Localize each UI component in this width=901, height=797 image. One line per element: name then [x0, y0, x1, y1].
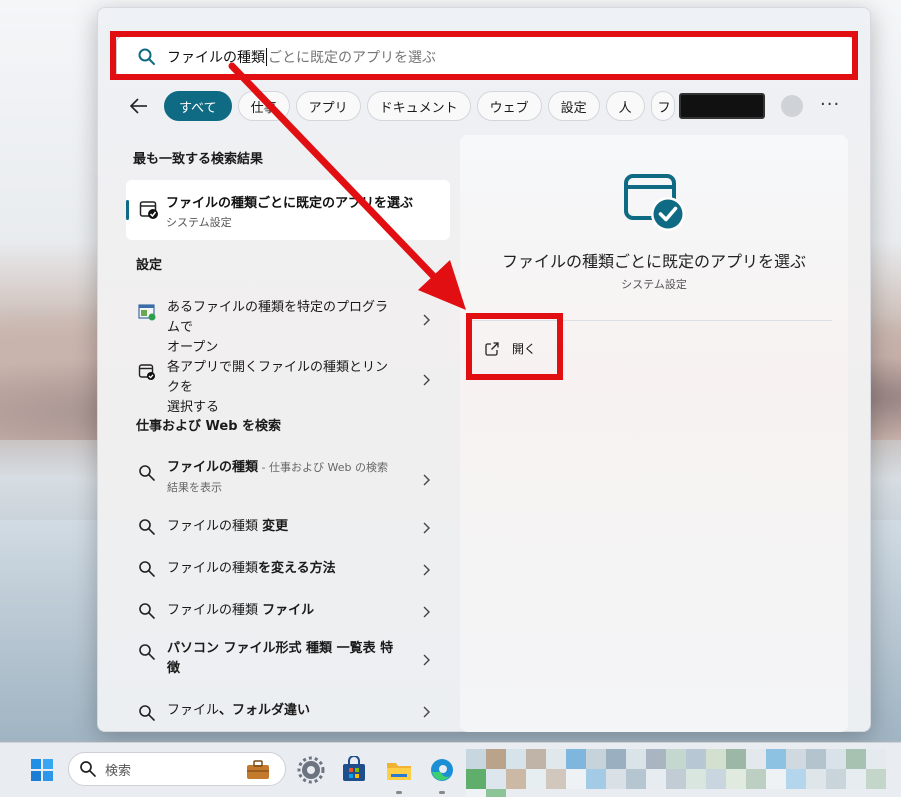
- suggestion-bold: を変える方法: [258, 561, 336, 576]
- file-explorer-icon[interactable]: [385, 756, 413, 784]
- tab-settings[interactable]: 設定: [547, 91, 600, 121]
- suggestion-line2: 徴: [167, 661, 181, 676]
- suggestion-bold: 、フォルダ違い: [219, 703, 311, 718]
- suggestion-bold: 変更: [262, 519, 289, 534]
- settings-result-open-with-program[interactable]: あるファイルの種類を特定のプログラムで オープン: [126, 292, 450, 355]
- edge-browser-icon[interactable]: [428, 756, 456, 784]
- preview-pane: ファイルの種類ごとに既定のアプリを選ぶ システム設定 開く: [460, 135, 848, 732]
- tab-folders[interactable]: フ: [650, 91, 675, 121]
- settings-result-choose-file-types[interactable]: 各アプリで開くファイルの種類とリンクを 選択する: [126, 352, 450, 415]
- selection-indicator: [126, 200, 129, 220]
- chevron-right-icon: [423, 654, 430, 666]
- preview-title: ファイルの種類ごとに既定のアプリを選ぶ: [501, 252, 806, 271]
- back-arrow-icon[interactable]: [128, 95, 150, 117]
- search-icon: [139, 465, 155, 481]
- best-match-title: ファイルの種類ごとに既定のアプリを選ぶ: [166, 196, 414, 211]
- web-suggestion-3[interactable]: ファイルの種類を変える方法: [126, 554, 450, 586]
- search-icon: [139, 519, 155, 535]
- suggestion-line2: 結果を表示: [167, 481, 222, 494]
- suggestion-bold: パソコン ファイル形式 種類 一覧表 特: [167, 641, 394, 656]
- suggestion-plain: ファイルの種類: [167, 519, 263, 534]
- web-search-heading: 仕事および Web を検索: [136, 419, 282, 434]
- windows-start-icon[interactable]: [25, 753, 59, 787]
- web-suggestion-4[interactable]: ファイルの種類 ファイル: [126, 596, 450, 628]
- suggestion-rest: - 仕事および Web の検索: [258, 461, 388, 474]
- suggestion-plain: ファイルの種類: [167, 603, 263, 618]
- tab-apps[interactable]: アプリ: [295, 91, 361, 121]
- running-indicator: [439, 791, 445, 794]
- suggestion-bold: ファイルの種類: [167, 460, 259, 475]
- settings-result-line1: 各アプリで開くファイルの種類とリンクを: [167, 360, 389, 395]
- search-icon: [80, 761, 96, 777]
- web-suggestion-2[interactable]: ファイルの種類 変更: [126, 512, 450, 544]
- tab-work[interactable]: 仕事: [237, 91, 290, 121]
- redacted-account-name: [679, 93, 765, 119]
- blurred-taskbar-apps: [466, 749, 901, 797]
- highlight-search-box: [110, 31, 858, 80]
- running-indicator: [396, 791, 402, 794]
- search-icon: [139, 561, 155, 577]
- search-icon: [139, 705, 155, 721]
- taskbar-search-box[interactable]: 検索: [68, 752, 286, 786]
- suggestion-plain: ファイル: [167, 703, 220, 718]
- tab-people[interactable]: 人: [605, 91, 645, 121]
- default-apps-icon: [138, 364, 155, 380]
- web-suggestion-5[interactable]: パソコン ファイル形式 種類 一覧表 特 徴: [126, 637, 450, 685]
- tab-all[interactable]: すべて: [164, 91, 232, 121]
- chevron-right-icon: [423, 564, 430, 576]
- chevron-right-icon: [423, 522, 430, 534]
- suggestion-plain: ファイルの種類: [167, 561, 259, 576]
- filter-tabs: すべて 仕事 アプリ ドキュメント ウェブ 設定 人 フ: [128, 90, 723, 122]
- settings-gear-icon[interactable]: [297, 756, 325, 784]
- chevron-right-icon: [423, 314, 430, 326]
- settings-result-line1: あるファイルの種類を特定のプログラムで: [167, 300, 389, 335]
- default-apps-icon: [139, 201, 158, 219]
- tab-web[interactable]: ウェブ: [476, 91, 542, 121]
- more-options-icon[interactable]: ···: [820, 94, 840, 115]
- search-icon: [139, 603, 155, 619]
- preview-subtitle: システム設定: [621, 278, 687, 291]
- microsoft-store-icon[interactable]: [340, 756, 368, 784]
- taskbar-search-placeholder: 検索: [105, 763, 132, 779]
- taskbar: 検索: [0, 742, 901, 797]
- chevron-right-icon: [423, 606, 430, 618]
- best-match-result[interactable]: ファイルの種類ごとに既定のアプリを選ぶ システム設定: [126, 180, 450, 240]
- best-match-subtitle: システム設定: [166, 216, 232, 229]
- program-window-icon: [138, 304, 156, 321]
- chevron-right-icon: [423, 374, 430, 386]
- settings-heading: 設定: [136, 258, 163, 273]
- avatar[interactable]: [781, 95, 803, 117]
- web-suggestion-1[interactable]: ファイルの種類 - 仕事および Web の検索 結果を表示: [126, 452, 450, 502]
- highlight-open-button: [466, 313, 563, 380]
- tab-documents[interactable]: ドキュメント: [366, 91, 471, 121]
- default-apps-icon: [624, 174, 685, 231]
- chevron-right-icon: [423, 706, 430, 718]
- web-suggestion-6[interactable]: ファイル、フォルダ違い: [126, 698, 450, 730]
- suggestion-bold: ファイル: [262, 603, 315, 618]
- best-match-heading: 最も一致する検索結果: [133, 152, 264, 167]
- search-icon: [139, 644, 155, 660]
- briefcase-icon: [247, 760, 269, 779]
- chevron-right-icon: [423, 474, 430, 486]
